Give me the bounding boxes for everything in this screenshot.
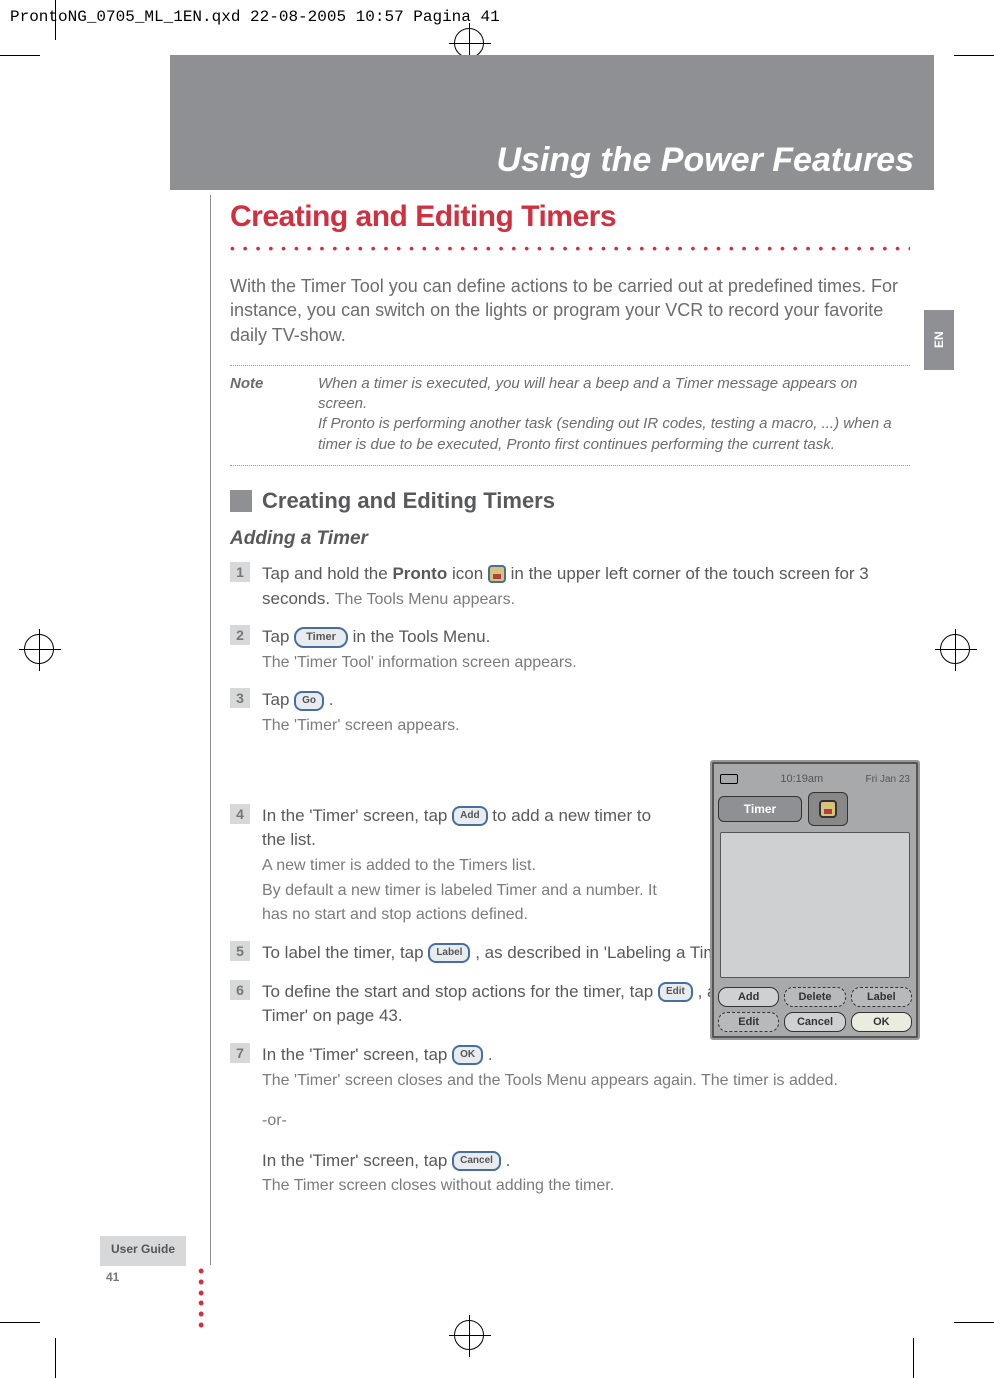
section-heading: Creating and Editing Timers [230, 488, 910, 514]
language-tab: EN [924, 310, 954, 370]
screenshot-label-button: Label [851, 987, 912, 1007]
step-number: 6 [230, 980, 250, 1000]
chapter-title: Using the Power Features [496, 141, 914, 180]
step-text: To define the start and stop actions for… [262, 982, 658, 1001]
step-number: 3 [230, 688, 250, 708]
step-number: 7 [230, 1043, 250, 1063]
battery-icon [720, 774, 738, 784]
step: 7 In the 'Timer' screen, tap OK . The 'T… [230, 1043, 910, 1198]
screenshot-tab-timer: Timer [718, 796, 802, 822]
step-text: icon [447, 564, 488, 583]
crop-mark [0, 1322, 40, 1323]
cancel-button-icon: Cancel [452, 1151, 501, 1171]
registration-mark [940, 634, 970, 664]
screenshot-body [720, 832, 910, 978]
left-rule [210, 195, 211, 1265]
edit-button-icon: Edit [658, 982, 693, 1002]
margin-dots: • • • • • • [198, 1266, 204, 1331]
step-subtext: The Tools Menu appears. [335, 591, 515, 608]
step-number: 2 [230, 625, 250, 645]
pronto-icon [488, 565, 506, 583]
note-label: Note [230, 374, 290, 455]
step-text: Tap [262, 627, 294, 646]
header-grey-band [170, 55, 934, 80]
screenshot-add-button: Add [718, 987, 779, 1007]
ok-button-icon: OK [452, 1045, 483, 1065]
step-text: Tap and hold the [262, 564, 392, 583]
step-text: Tap [262, 690, 294, 709]
step-subtext: The 'Timer' screen closes and the Tools … [262, 1072, 838, 1089]
step-subtext: The Timer screen closes without adding t… [262, 1177, 614, 1194]
step-text: . [488, 1045, 493, 1064]
file-slug: ProntoNG_0705_ML_1EN.qxd 22-08-2005 10:5… [10, 8, 500, 26]
title-dots: • • • • • • • • • • • • • • • • • • • • … [230, 240, 910, 256]
registration-mark [454, 1320, 484, 1350]
step-text: . [329, 690, 334, 709]
registration-mark [454, 28, 484, 58]
go-button-icon: Go [294, 691, 324, 711]
section-marker [230, 490, 252, 512]
step-text: Pronto [392, 564, 447, 583]
step-text: In the 'Timer' screen, tap [262, 806, 452, 825]
pronto-icon [808, 792, 848, 826]
section-title: Creating and Editing Timers [262, 488, 555, 514]
note-text: When a timer is executed, you will hear … [318, 375, 857, 412]
step-text: To label the timer, tap [262, 943, 428, 962]
step-subtext: A new timer is added to the Timers list. [262, 857, 536, 874]
label-button-icon: Label [428, 943, 470, 963]
add-button-icon: Add [452, 806, 487, 826]
page-title: Creating and Editing Timers [230, 200, 910, 234]
step-number: 5 [230, 941, 250, 961]
timer-screen-screenshot: 10:19am Fri Jan 23 Timer Add Delete Labe… [710, 760, 920, 1040]
page-number: 41 [106, 1270, 119, 1284]
step-subtext: The 'Timer' screen appears. [262, 717, 460, 734]
step-text: . [506, 1151, 511, 1170]
screenshot-delete-button: Delete [784, 987, 845, 1007]
screenshot-edit-button: Edit [718, 1012, 779, 1032]
subsection-title: Adding a Timer [230, 528, 910, 550]
crop-mark [954, 55, 994, 56]
step-number: 4 [230, 804, 250, 824]
screenshot-cancel-button: Cancel [784, 1012, 845, 1032]
chapter-header: Using the Power Features [170, 80, 934, 190]
screenshot-ok-button: OK [851, 1012, 912, 1032]
screenshot-time: 10:19am [780, 773, 823, 785]
crop-mark [0, 55, 40, 56]
step-text: In the 'Timer' screen, tap [262, 1151, 452, 1170]
step-text: In the 'Timer' screen, tap [262, 1045, 452, 1064]
step-subtext: The 'Timer Tool' information screen appe… [262, 654, 577, 671]
step: 2 Tap Timer in the Tools Menu. The 'Time… [230, 625, 910, 674]
step-text: in the Tools Menu. [353, 627, 491, 646]
step: 1 Tap and hold the Pronto icon in the up… [230, 562, 910, 611]
note-box: Note When a timer is executed, you will … [230, 365, 910, 466]
user-guide-label: User Guide [100, 1236, 186, 1266]
step-number: 1 [230, 562, 250, 582]
intro-paragraph: With the Timer Tool you can define actio… [230, 274, 910, 347]
crop-mark [913, 1338, 914, 1378]
timer-button-icon: Timer [294, 627, 348, 648]
registration-mark [24, 634, 54, 664]
crop-mark [55, 1338, 56, 1378]
note-text: If Pronto is performing another task (se… [318, 415, 892, 452]
step-subtext: By default a new timer is labeled Timer … [262, 882, 657, 924]
step: 3 Tap Go . The 'Timer' screen appears. [230, 688, 910, 737]
step-subtext: -or- [262, 1112, 287, 1129]
crop-mark [954, 1322, 994, 1323]
screenshot-date: Fri Jan 23 [866, 774, 910, 785]
